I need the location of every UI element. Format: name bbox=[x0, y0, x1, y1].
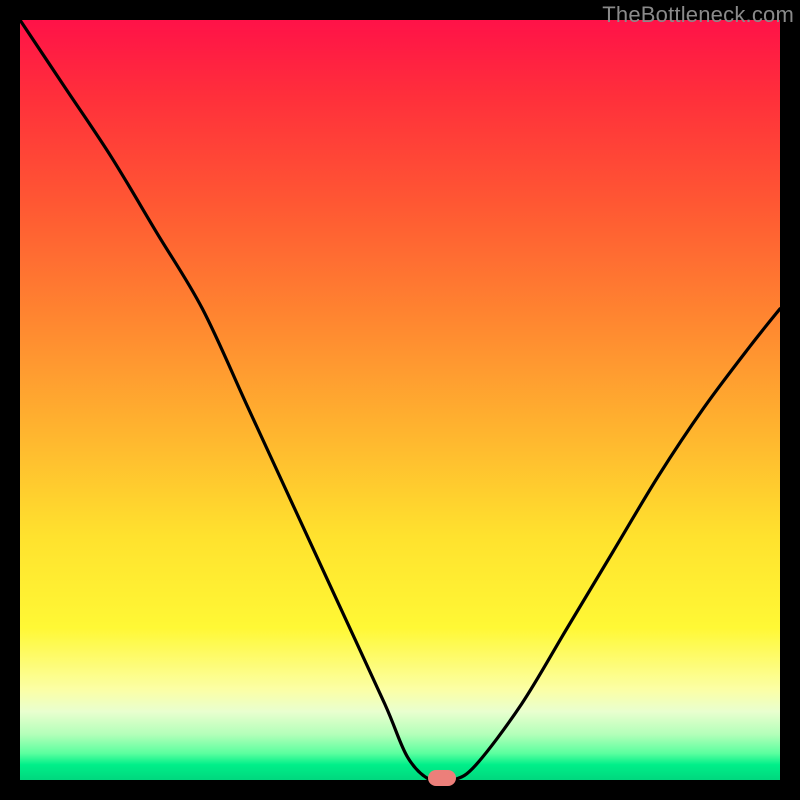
chart-frame: TheBottleneck.com bbox=[0, 0, 800, 800]
optimal-marker bbox=[428, 770, 456, 786]
bottleneck-curve bbox=[20, 20, 780, 780]
plot-area bbox=[20, 20, 780, 780]
attribution-text: TheBottleneck.com bbox=[602, 2, 794, 28]
